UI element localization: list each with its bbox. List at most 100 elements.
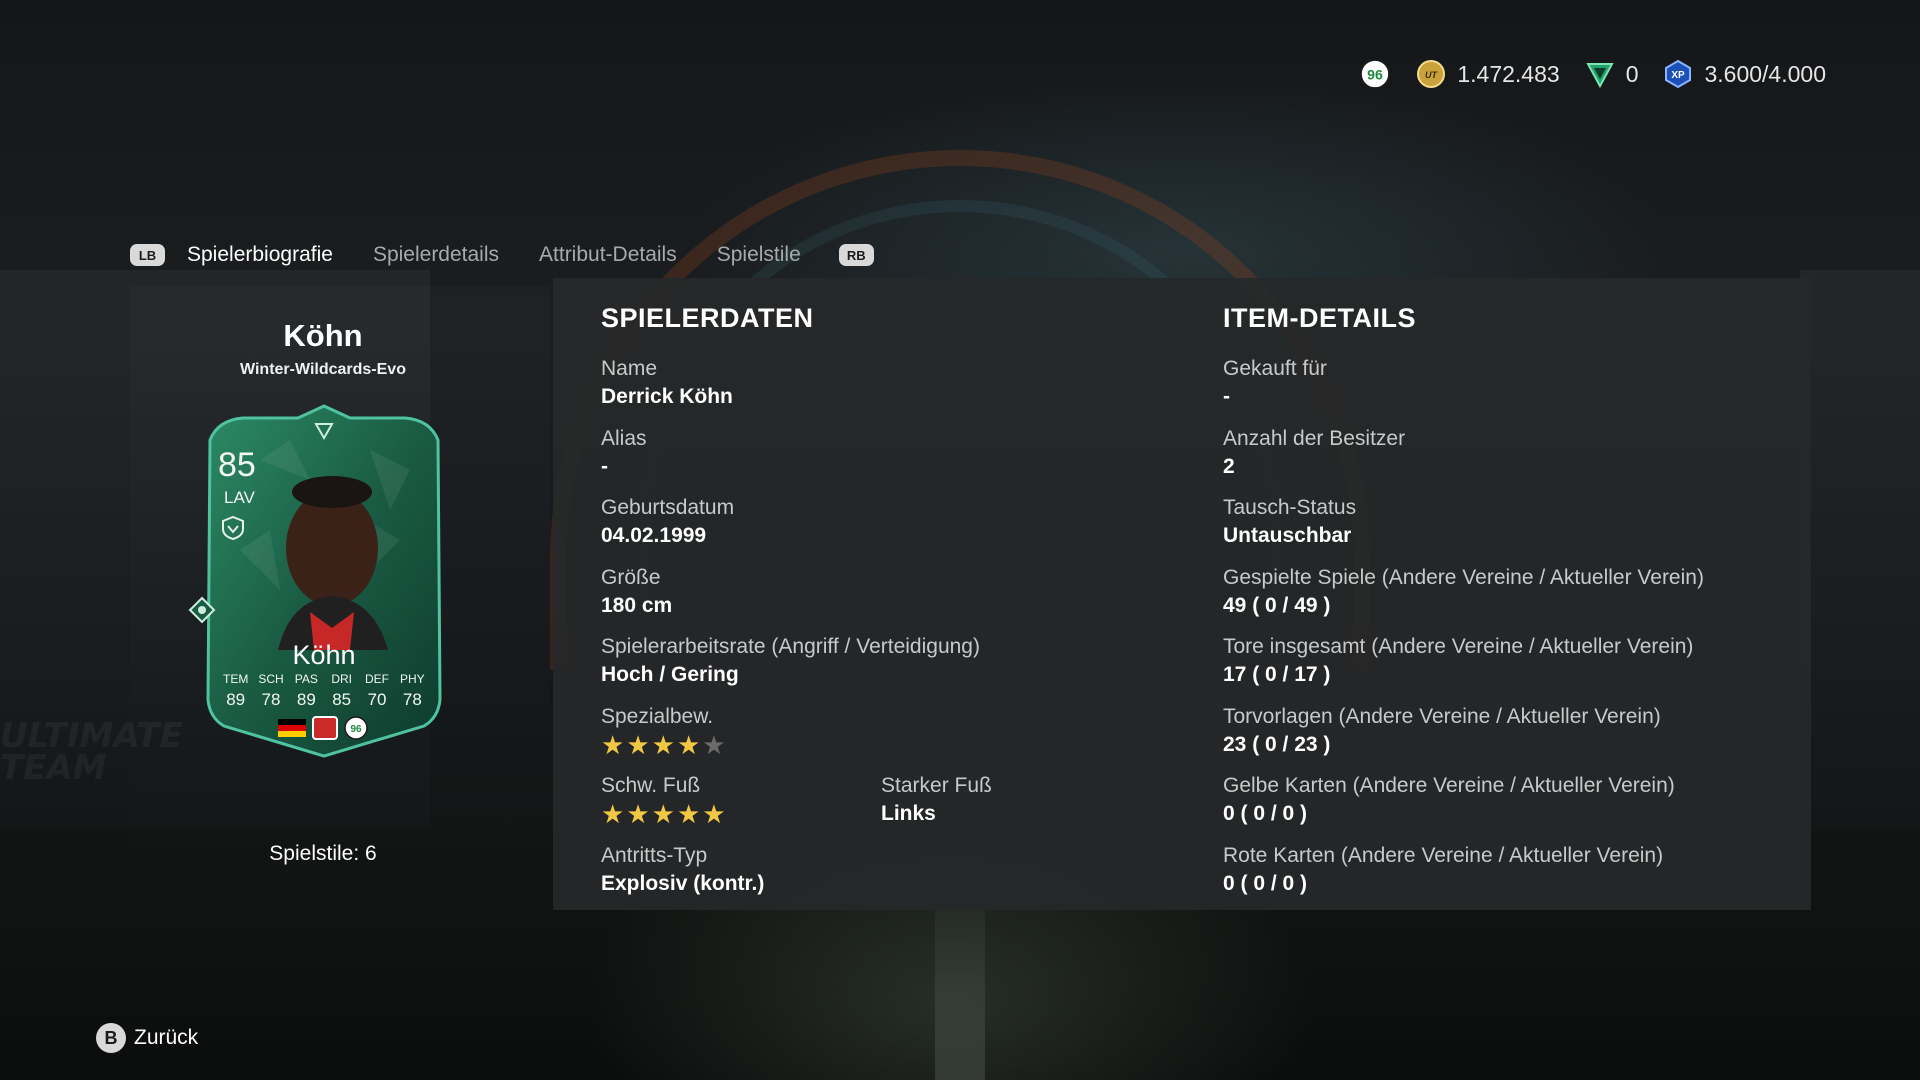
- player-card[interactable]: 85 LAV Köhn TEM 89 SCH 78 PAS 89 DRI 85 DEF 7…: [188, 400, 448, 762]
- background-banner: [1800, 270, 1920, 830]
- star-filled-icon: ★: [702, 800, 726, 830]
- svg-text:XP: XP: [1672, 70, 1686, 81]
- birthdate-field: Geburtsdatum 04.02.1999: [601, 494, 1161, 564]
- name-field: Name Derrick Köhn: [601, 355, 1161, 425]
- section-title: ITEM-DETAILS: [1223, 303, 1416, 333]
- field-label: Schw. Fuß: [601, 774, 701, 797]
- xp-icon: XP: [1662, 58, 1694, 90]
- back-label: Zurück: [134, 1026, 199, 1049]
- foot-row: Schw. Fuß ★ ★ ★ ★ ★ Starker Fuß Links: [601, 772, 1161, 842]
- field-label: Antritts-Typ: [601, 843, 708, 867]
- card-rating: 85: [218, 446, 256, 484]
- field-label: Starker Fuß: [881, 774, 992, 797]
- field-label: Tausch-Status: [1223, 496, 1357, 519]
- tab-spielerbiografie[interactable]: Spielerbiografie: [187, 243, 333, 267]
- acceleration-type-field: Antritts-Typ Explosiv (kontr.): [601, 842, 1161, 912]
- field-value: Explosiv (kontr.): [601, 871, 765, 895]
- field-label: Gekauft für: [1223, 357, 1327, 380]
- assists-field: Torvorlagen (Andere Vereine / Aktueller …: [1223, 703, 1783, 773]
- height-field: Größe 180 cm: [601, 564, 1161, 634]
- field-label: Tore insgesamt (Andere Vereine / Aktuell…: [1223, 635, 1694, 658]
- field-value: Untauschbar: [1223, 524, 1352, 547]
- workrate-field: Spielerarbeitsrate (Angriff / Verteidigu…: [601, 633, 1161, 703]
- section-title: SPIELERDATEN: [601, 303, 814, 333]
- star-filled-icon: ★: [626, 730, 650, 761]
- card-stat: DRI 85: [331, 672, 352, 709]
- coins-icon: UT: [1415, 58, 1447, 90]
- card-stats: TEM 89 SCH 78 PAS 89 DRI 85 DEF 70 PHY 78: [218, 672, 430, 710]
- card-stat: PHY 78: [399, 672, 425, 709]
- back-button[interactable]: B Zurück: [96, 1023, 198, 1053]
- skill-moves-field: Spezialbew. ★ ★ ★ ★ ★: [601, 703, 1161, 773]
- player-version: Winter-Wildcards-Evo: [240, 361, 406, 378]
- field-value: 2: [1223, 454, 1235, 478]
- field-value: -: [601, 454, 608, 478]
- field-value: 17 ( 0 / 17 ): [1223, 663, 1331, 686]
- strong-foot-field: Starker Fuß Links: [881, 772, 1161, 842]
- card-upgrade-icon: [188, 596, 216, 624]
- background-pitch-line: [935, 900, 985, 1080]
- field-label: Gelbe Karten (Andere Vereine / Aktueller…: [1223, 774, 1675, 797]
- field-label: Spielerarbeitsrate (Angriff / Verteidigu…: [601, 635, 980, 658]
- card-stat: PAS 89: [294, 672, 318, 709]
- league-logo-icon: [312, 716, 338, 740]
- coins-balance: UT 1.472.483: [1415, 58, 1560, 90]
- club-crest-icon: 96: [1359, 58, 1391, 90]
- star-filled-icon: ★: [676, 800, 701, 830]
- tab-spielerdetails[interactable]: Spielerdetails: [373, 243, 499, 267]
- field-value: -: [1223, 385, 1230, 408]
- star-filled-icon: ★: [651, 800, 675, 830]
- card-stat: DEF 70: [364, 672, 389, 709]
- evolution-icon: [222, 516, 244, 540]
- card-badges: 96: [278, 716, 368, 740]
- svg-text:96: 96: [350, 724, 362, 735]
- player-name: Köhn: [283, 318, 363, 353]
- coins-value: 1.472.483: [1457, 60, 1560, 87]
- lb-bumper-icon[interactable]: LB: [130, 244, 165, 266]
- currency-bar: 96 UT 1.472.483 0 XP 3.600/4.000: [1359, 58, 1826, 90]
- weak-foot-stars: ★ ★ ★ ★ ★: [601, 802, 881, 828]
- field-value: Derrick Köhn: [601, 385, 733, 408]
- rb-bumper-icon[interactable]: RB: [838, 244, 874, 266]
- card-stat: SCH 78: [258, 672, 284, 709]
- yellow-cards-field: Gelbe Karten (Andere Vereine / Aktueller…: [1223, 772, 1783, 842]
- field-value: 04.02.1999: [601, 524, 707, 547]
- details-panel: SPIELERDATEN Name Derrick Köhn Alias - G…: [553, 278, 1811, 910]
- field-label: Geburtsdatum: [601, 496, 735, 519]
- skill-moves-stars: ★ ★ ★ ★ ★: [601, 733, 1161, 759]
- field-label: Größe: [601, 565, 661, 589]
- playstyles-count: Spielstile: 6: [269, 842, 377, 865]
- tab-bar: LB Spielerbiografie Spielerdetails Attri…: [130, 240, 874, 270]
- trade-status-field: Tausch-Status Untauschbar: [1223, 494, 1783, 564]
- svg-text:UT: UT: [1425, 70, 1438, 80]
- games-played-field: Gespielte Spiele (Andere Vereine / Aktue…: [1223, 564, 1783, 634]
- field-value: 180 cm: [601, 593, 673, 617]
- card-position: LAV: [224, 488, 255, 507]
- star-filled-icon: ★: [601, 800, 625, 830]
- club-crest-icon: 96: [344, 716, 368, 740]
- points-value: 0: [1625, 60, 1639, 87]
- field-value: 0 ( 0 / 0 ): [1223, 871, 1308, 895]
- field-value: 49 ( 0 / 49 ): [1223, 593, 1331, 617]
- star-filled-icon: ★: [626, 800, 650, 830]
- germany-flag-icon: [278, 719, 306, 737]
- tab-attribut-details[interactable]: Attribut-Details: [539, 243, 677, 267]
- star-empty-icon: ★: [702, 730, 726, 761]
- field-value: Hoch / Gering: [601, 663, 739, 686]
- xp-progress: XP 3.600/4.000: [1662, 58, 1826, 90]
- tab-spielstile[interactable]: Spielstile: [717, 243, 801, 267]
- field-value: 0 ( 0 / 0 ): [1223, 802, 1308, 825]
- points-balance: 0: [1584, 58, 1639, 90]
- card-player-name: Köhn: [292, 640, 356, 670]
- field-label: Torvorlagen (Andere Vereine / Aktueller …: [1223, 704, 1661, 728]
- xp-value: 3.600/4.000: [1704, 60, 1826, 87]
- field-label: Spezialbew.: [601, 704, 714, 728]
- bought-for-field: Gekauft für -: [1223, 355, 1783, 425]
- star-filled-icon: ★: [651, 730, 675, 761]
- b-button-icon: B: [96, 1023, 126, 1053]
- spielerdaten-section: SPIELERDATEN Name Derrick Köhn Alias - G…: [601, 300, 1161, 911]
- weak-foot-field: Schw. Fuß ★ ★ ★ ★ ★: [601, 772, 881, 842]
- owners-field: Anzahl der Besitzer 2: [1223, 425, 1783, 495]
- goals-field: Tore insgesamt (Andere Vereine / Aktuell…: [1223, 633, 1783, 703]
- card-stat: TEM 89: [222, 672, 249, 709]
